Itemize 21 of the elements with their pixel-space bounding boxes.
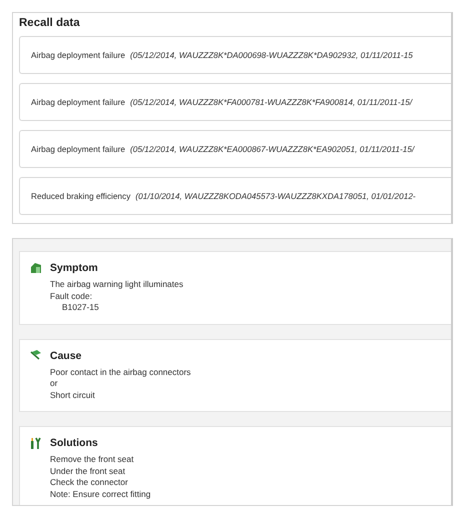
section-text: The airbag warning light illuminates — [50, 279, 184, 290]
section-title: Cause — [50, 350, 83, 362]
section-text: Note: Ensure correct fitting — [50, 488, 151, 500]
house-icon — [30, 262, 42, 273]
section-text: Fault code: — [50, 290, 94, 302]
section-text: B1027-15 — [61, 302, 100, 314]
section-text: or — [50, 378, 59, 390]
section-text: Check the connector — [50, 477, 129, 488]
section-text: Short circuit — [50, 390, 96, 401]
recall-item[interactable]: Airbag deployment failure (05/12/2014, WAUZZZ8K*EA000867-WUAZZZ8K*EA902051, 01/11/2011-15/ — [19, 130, 451, 168]
panel-title: Recall data — [19, 16, 81, 29]
section-title: Symptom — [50, 262, 99, 275]
recall-item[interactable]: Airbag deployment failure (05/12/2014, WAUZZZ8K*FA000781-WUAZZZ8K*FA900814, 01/11/2011-15/ — [19, 83, 451, 121]
section-text: Poor contact in the airbag connectors — [50, 366, 191, 378]
recall-item[interactable]: Reduced braking efficiency (01/10/2014, WAUZZZ8KODA045573-WAUZZZ8KXDA178051, 01/01/2012- — [19, 177, 451, 215]
recall-item[interactable]: Airbag deployment failure (05/12/2014, WAUZZZ8K*DA000698-WUAZZZ8K*DA902932, 01/11/2011-15 — [19, 36, 451, 74]
tools-icon — [30, 437, 42, 449]
flag-icon — [30, 350, 42, 360]
section-text: Remove the front seat — [50, 454, 135, 466]
section-text: Under the front seat — [50, 466, 126, 477]
section-title: Solutions — [50, 437, 99, 450]
